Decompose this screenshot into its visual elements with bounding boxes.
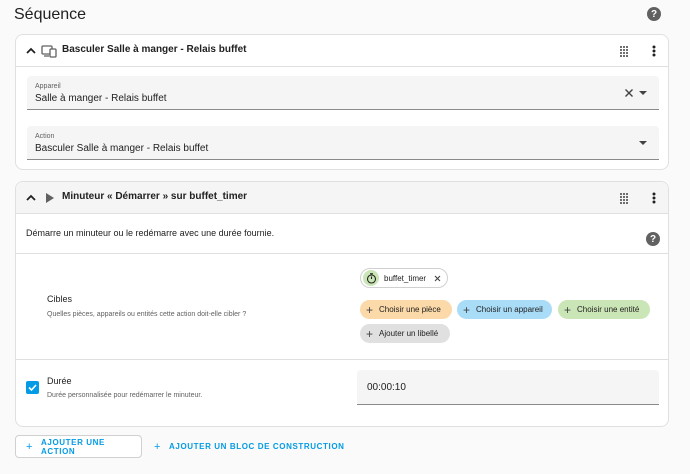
duration-helper: Durée personnalisée pour redémarrer le m… xyxy=(47,392,203,399)
plus-icon: + xyxy=(564,302,572,317)
duration-input[interactable]: 00:00:10 xyxy=(357,370,659,405)
device-select-label: Appareil xyxy=(35,83,61,90)
plus-icon: + xyxy=(26,440,34,453)
choose-device-label: Choisir un appareil xyxy=(476,305,543,314)
add-action-label: AJOUTER UNE ACTION xyxy=(41,437,105,456)
dropdown-arrow-icon[interactable] xyxy=(639,90,647,96)
more-vert-icon[interactable] xyxy=(648,191,660,205)
action-select[interactable]: Action Basculer Salle à manger - Relais … xyxy=(27,126,659,160)
drag-handle-icon[interactable] xyxy=(618,44,630,58)
add-label-label: Ajouter un libellé xyxy=(379,329,439,338)
plus-icon: + xyxy=(463,302,471,317)
help-icon[interactable]: ? xyxy=(646,232,660,246)
duration-value: 00:00:10 xyxy=(367,382,406,393)
target-chip-entity[interactable]: buffet_timer xyxy=(360,268,449,288)
divider xyxy=(16,253,668,254)
choose-area-button[interactable]: + Choisir une pièce xyxy=(360,300,452,319)
device-icon xyxy=(41,45,57,58)
plus-icon: + xyxy=(154,440,162,453)
page-title: Séquence xyxy=(14,6,87,23)
timer-icon xyxy=(363,270,379,286)
add-building-block-label: AJOUTER UN BLOC DE CONSTRUCTION xyxy=(169,442,345,451)
dropdown-arrow-icon[interactable] xyxy=(639,140,647,146)
more-vert-icon[interactable] xyxy=(648,44,660,58)
chevron-up-icon[interactable] xyxy=(24,44,38,58)
duration-label: Durée xyxy=(47,376,72,386)
action-card-timer: Minuteur « Démarrer » sur buffet_timer D… xyxy=(15,181,669,427)
plus-icon: + xyxy=(366,302,374,317)
targets-label: Cibles xyxy=(47,294,73,304)
device-select-value: Salle à manger - Relais buffet xyxy=(35,93,167,104)
action-card-header[interactable]: Basculer Salle à manger - Relais buffet xyxy=(16,35,668,67)
play-icon xyxy=(46,193,54,203)
plus-icon: + xyxy=(366,326,374,341)
help-icon[interactable]: ? xyxy=(647,7,661,21)
choose-area-label: Choisir une pièce xyxy=(379,305,441,314)
drag-handle-icon[interactable] xyxy=(618,191,630,205)
chevron-up-icon[interactable] xyxy=(24,191,38,205)
targets-helper: Quelles pièces, appareils ou entités cet… xyxy=(47,311,247,318)
action-description: Démarre un minuteur ou le redémarre avec… xyxy=(26,228,275,238)
action-card-header[interactable]: Minuteur « Démarrer » sur buffet_timer xyxy=(16,182,668,214)
target-chip-label: buffet_timer xyxy=(384,273,427,283)
choose-entity-label: Choisir une entité xyxy=(577,305,640,314)
add-label-button[interactable]: + Ajouter un libellé xyxy=(360,324,450,343)
choose-device-button[interactable]: + Choisir un appareil xyxy=(457,300,552,319)
add-action-button[interactable]: + AJOUTER UNE ACTION xyxy=(15,435,142,458)
divider xyxy=(16,359,668,360)
action-select-label: Action xyxy=(35,133,55,140)
action-card-toggle: Basculer Salle à manger - Relais buffet … xyxy=(15,34,669,170)
action-title: Basculer Salle à manger - Relais buffet xyxy=(62,44,247,55)
remove-icon[interactable] xyxy=(434,275,441,282)
choose-entity-button[interactable]: + Choisir une entité xyxy=(558,300,650,319)
clear-icon[interactable] xyxy=(624,88,634,98)
add-building-block-button[interactable]: + AJOUTER UN BLOC DE CONSTRUCTION xyxy=(150,435,345,458)
action-title: Minuteur « Démarrer » sur buffet_timer xyxy=(62,191,248,202)
duration-checkbox[interactable] xyxy=(26,381,39,394)
action-select-value: Basculer Salle à manger - Relais buffet xyxy=(35,143,209,154)
device-select[interactable]: Appareil Salle à manger - Relais buffet xyxy=(27,76,659,110)
